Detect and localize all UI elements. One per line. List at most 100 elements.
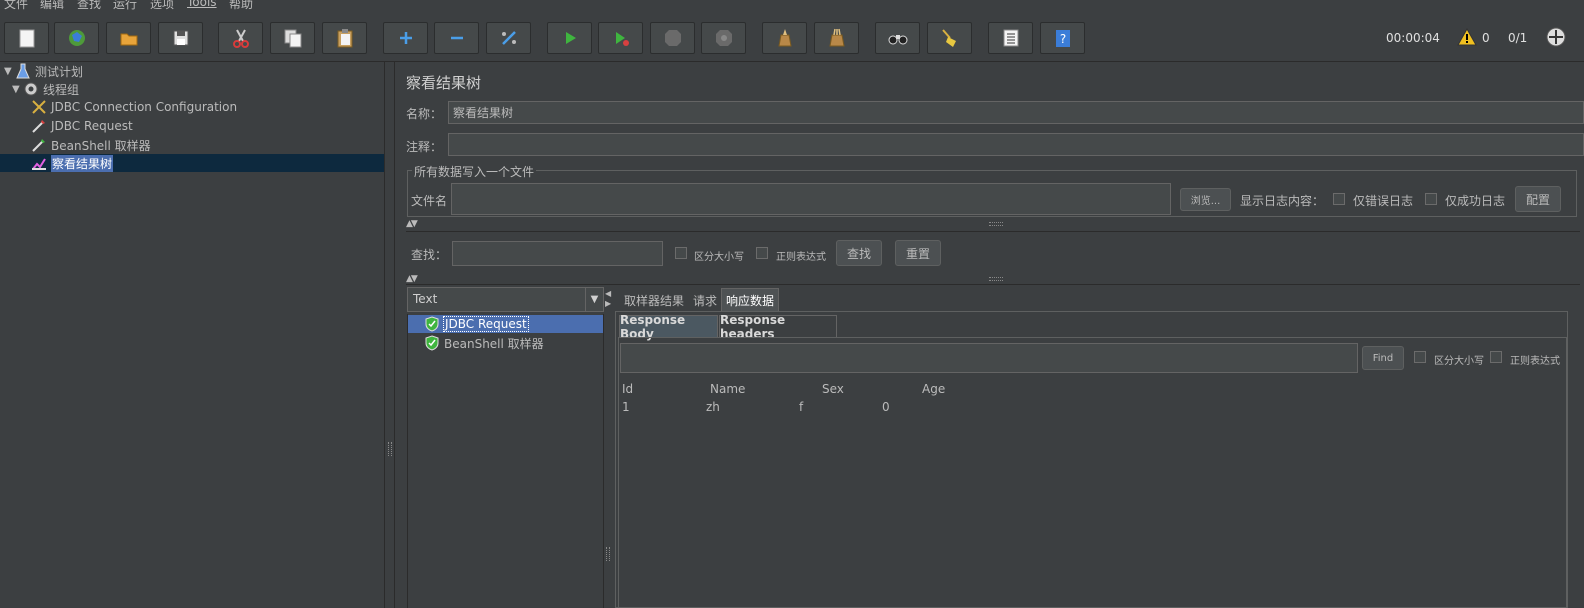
- browse-button[interactable]: 浏览...: [1180, 188, 1231, 211]
- response-case-checkbox[interactable]: [1414, 351, 1426, 363]
- start-no-pause-button[interactable]: [598, 22, 643, 54]
- broom-icon: [941, 29, 956, 47]
- find-button[interactable]: 查找: [836, 240, 882, 266]
- response-search-input[interactable]: [620, 343, 1358, 373]
- tree-item-beanshell-sampler[interactable]: BeanShell 取样器: [30, 136, 151, 154]
- cut-button[interactable]: [218, 22, 263, 54]
- response-header-name: Name: [710, 382, 746, 396]
- page-title: 察看结果树: [406, 74, 482, 92]
- success-shield-icon: [425, 316, 439, 332]
- comment-input[interactable]: [448, 133, 1584, 156]
- response-header-age: Age: [922, 382, 946, 396]
- list-item[interactable]: JDBC Request: [408, 315, 603, 333]
- menu-tools[interactable]: Tools: [187, 0, 217, 9]
- success-only-checkbox[interactable]: [1425, 193, 1437, 205]
- response-cell: zh: [706, 400, 720, 414]
- expanded-arrow-icon[interactable]: ▼: [12, 84, 22, 95]
- renderer-value: Text: [413, 292, 438, 306]
- list-item[interactable]: BeanShell 取样器: [408, 334, 603, 352]
- tab-request[interactable]: 请求: [691, 288, 719, 312]
- stop-icon: [664, 30, 681, 46]
- open-button[interactable]: [106, 22, 151, 54]
- collapse-splitter[interactable]: ▲▼: [406, 219, 1580, 229]
- sample-result-list: JDBC Request BeanShell 取样器: [407, 314, 604, 608]
- templates-button[interactable]: [54, 22, 99, 54]
- menu-file[interactable]: 文件: [4, 0, 28, 12]
- tree-item-label: JDBC Connection Configuration: [51, 100, 238, 114]
- list-item-label: BeanShell 取样器: [444, 336, 544, 351]
- toolbar: ? 00:00:04 0 0/1: [0, 14, 1584, 62]
- expanded-arrow-icon[interactable]: ▼: [4, 66, 14, 77]
- remote-icon[interactable]: [1546, 27, 1566, 50]
- main-splitter[interactable]: [385, 62, 395, 608]
- comment-label: 注释：: [406, 140, 443, 154]
- save-icon: [173, 30, 188, 46]
- menu-run[interactable]: 运行: [113, 0, 137, 12]
- save-button[interactable]: [158, 22, 203, 54]
- copy-button[interactable]: [270, 22, 315, 54]
- svg-text:?: ?: [1059, 32, 1065, 46]
- filename-input[interactable]: [451, 183, 1171, 215]
- sampler-icon: [30, 117, 48, 135]
- list-icon: [1003, 29, 1018, 47]
- warning-icon[interactable]: [1457, 27, 1477, 49]
- tab-sampler-result[interactable]: 取样器结果: [619, 288, 689, 312]
- clear-button[interactable]: [762, 22, 807, 54]
- renderer-select[interactable]: Text ▼: [407, 287, 604, 312]
- menu-options[interactable]: 选项: [150, 0, 174, 12]
- configure-button[interactable]: 配置: [1515, 186, 1561, 212]
- test-plan-tree: ▼ 测试计划 ▼ 线程组 JDBC Connection Configurati…: [0, 62, 385, 608]
- response-panel: [618, 337, 1567, 608]
- tree-item-jdbc-config[interactable]: JDBC Connection Configuration: [30, 98, 237, 116]
- tree-item-thread-group[interactable]: ▼ 线程组: [12, 80, 79, 98]
- clear-all-button[interactable]: [814, 22, 859, 54]
- tab-response-headers[interactable]: Response headers: [719, 313, 837, 341]
- stop-button[interactable]: [650, 22, 695, 54]
- start-button[interactable]: [547, 22, 592, 54]
- menu-edit[interactable]: 编辑: [40, 0, 64, 12]
- results-splitter[interactable]: ◀ ▶: [604, 287, 613, 608]
- binoculars-icon: [888, 35, 907, 45]
- sampler-icon: [30, 136, 48, 154]
- response-regex-label: 正则表达式: [1510, 356, 1560, 367]
- tree-item-test-plan[interactable]: ▼ 测试计划: [4, 62, 83, 80]
- paste-button[interactable]: [322, 22, 367, 54]
- response-header-id: Id: [622, 382, 634, 396]
- group-title: 所有数据写入一个文件: [412, 163, 537, 180]
- new-button[interactable]: [4, 22, 49, 54]
- tab-response-data[interactable]: 响应数据: [721, 288, 779, 312]
- case-sensitive-label: 区分大小写: [694, 252, 744, 263]
- search-input[interactable]: [452, 241, 663, 266]
- tree-item-label: 线程组: [43, 82, 80, 97]
- collapse-button[interactable]: [434, 22, 479, 54]
- tree-item-view-results-tree[interactable]: 察看结果树: [0, 154, 384, 172]
- help-button[interactable]: ?: [1040, 22, 1085, 54]
- response-cell: f: [799, 400, 804, 414]
- tree-item-label: 测试计划: [35, 64, 84, 79]
- open-icon: [120, 33, 137, 46]
- regex-label: 正则表达式: [776, 252, 826, 263]
- function-helper-button[interactable]: [988, 22, 1033, 54]
- regex-checkbox[interactable]: [756, 247, 768, 259]
- paste-icon: [337, 29, 352, 48]
- response-regex-checkbox[interactable]: [1490, 351, 1502, 363]
- response-find-button[interactable]: Find: [1362, 346, 1404, 370]
- case-sensitive-checkbox[interactable]: [675, 247, 687, 259]
- reset-search-button[interactable]: [927, 22, 972, 54]
- config-tools-icon: [30, 98, 48, 116]
- reset-button[interactable]: 重置: [895, 240, 941, 266]
- menu-help[interactable]: 帮助: [229, 0, 253, 12]
- collapse-splitter[interactable]: ▲▼: [406, 274, 1580, 284]
- name-input[interactable]: [448, 101, 1584, 124]
- tab-response-body[interactable]: Response Body: [619, 313, 718, 341]
- chevron-down-icon[interactable]: ▼: [585, 288, 603, 311]
- menu-search[interactable]: 查找: [77, 0, 101, 12]
- errors-only-checkbox[interactable]: [1333, 193, 1345, 205]
- toggle-button[interactable]: [486, 22, 531, 54]
- search-button[interactable]: [875, 22, 920, 54]
- tree-item-jdbc-request[interactable]: JDBC Request: [30, 117, 133, 135]
- expand-button[interactable]: [383, 22, 428, 54]
- clear-all-icon: [828, 28, 845, 47]
- shutdown-button[interactable]: [701, 22, 746, 54]
- tree-item-label: 察看结果树: [51, 154, 114, 172]
